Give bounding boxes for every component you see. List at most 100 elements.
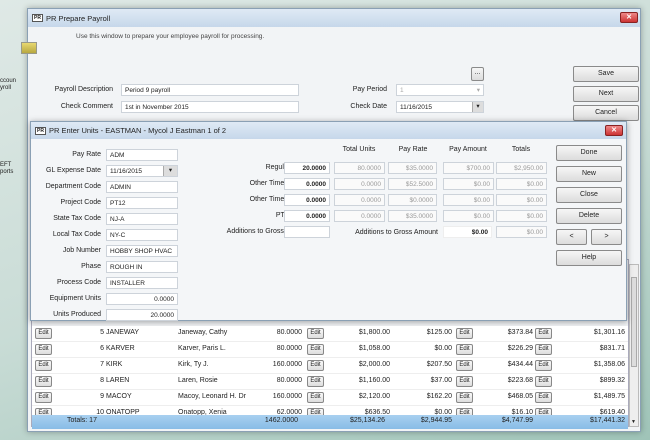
edit-button[interactable]: Edit	[35, 392, 52, 403]
close-button[interactable]: Close	[556, 187, 622, 203]
gross-pay: $1,160.00	[358, 377, 390, 384]
additions-shelter-input[interactable]	[284, 226, 330, 238]
field-label: Department Code	[45, 183, 101, 190]
save-button[interactable]: Save	[573, 66, 639, 82]
deductions: $125.00	[426, 329, 452, 336]
edit-deductions-button[interactable]: Edit	[456, 360, 473, 371]
employee-number: 5	[100, 329, 104, 336]
edit-deductions-button[interactable]: Edit	[456, 328, 473, 339]
field-input[interactable]: ADM	[106, 149, 178, 161]
scrollbar-thumb[interactable]	[631, 277, 637, 367]
deductions: $207.50	[426, 361, 452, 368]
payroll-description-input[interactable]: Period 9 payroll	[121, 84, 299, 96]
deductions: $162.20	[426, 393, 452, 400]
field-label: Job Number	[62, 247, 101, 254]
done-button[interactable]: Done	[556, 145, 622, 161]
deductions: $37.00	[430, 377, 452, 384]
app-icon: PR	[32, 14, 43, 22]
taxes: $226.29	[507, 345, 533, 352]
chevron-down-icon: ▾	[476, 87, 480, 94]
scroll-down-arrow-icon[interactable]: ▼	[631, 419, 636, 425]
employee-number: 7	[100, 361, 104, 368]
employee-id: LAREN	[106, 377, 130, 384]
taxes: $223.68	[507, 377, 533, 384]
close-dialog-button[interactable]: ✕	[605, 125, 623, 136]
units-input[interactable]: 0.0000	[284, 194, 330, 206]
totals-value: $0.00	[496, 194, 547, 206]
edit-deductions-button[interactable]: Edit	[456, 376, 473, 387]
gross-pay: $1,800.00	[358, 329, 390, 336]
field-input[interactable]: HOBBY SHOP HVAC	[106, 245, 178, 257]
taxes: $434.44	[507, 361, 533, 368]
pay-rate-value: $35.0000	[388, 210, 437, 222]
check-comment-input[interactable]: 1st in November 2015	[121, 101, 299, 113]
help-button[interactable]: Help	[556, 250, 622, 266]
field-input[interactable]: INSTALLER	[106, 277, 178, 289]
new-button[interactable]: New	[556, 166, 622, 182]
close-window-button[interactable]: ✕	[620, 12, 638, 23]
field-input[interactable]: NY-C	[106, 229, 178, 241]
field-label: Project Code	[60, 199, 101, 206]
delete-button[interactable]: Delete	[556, 208, 622, 224]
edit-taxes-button[interactable]: Edit	[535, 360, 552, 371]
employee-number: 6	[100, 345, 104, 352]
field-label: Units Produced	[53, 311, 101, 318]
field-label: GL Expense Date	[46, 167, 101, 174]
edit-taxes-button[interactable]: Edit	[535, 376, 552, 387]
units-input[interactable]: 0.0000	[284, 210, 330, 222]
field-input[interactable]: ADMIN	[106, 181, 178, 193]
units-input[interactable]: 20.0000	[284, 162, 330, 174]
edit-hours-button[interactable]: Edit	[307, 392, 324, 403]
edit-hours-button[interactable]: Edit	[307, 328, 324, 339]
payroll-description-label: Payroll Description	[54, 86, 113, 93]
field-label: State Tax Code	[53, 215, 101, 222]
field-input[interactable]: PT12	[106, 197, 178, 209]
edit-button[interactable]: Edit	[35, 360, 52, 371]
edit-taxes-button[interactable]: Edit	[535, 344, 552, 355]
column-header: Totals	[511, 146, 531, 153]
cancel-button[interactable]: Cancel	[573, 105, 639, 121]
totals-label: Totals: 17	[67, 417, 97, 424]
total-gross: $25,134.26	[349, 417, 385, 424]
total-deductions: $2,944.95	[420, 417, 452, 424]
dialog-title-bar: PR PR Enter Units - EASTMAN - Mycol J Ea…	[31, 122, 626, 139]
instructions-text: Use this window to prepare your employee…	[76, 33, 265, 40]
field-input[interactable]: ROUGH IN	[106, 261, 178, 273]
additions-amount-input[interactable]: $0.00	[443, 226, 492, 238]
table-row: Edit 5 JANEWAY Janeway, Cathy 80.0000 Ed…	[32, 326, 628, 342]
check-date-picker[interactable]: 11/16/2015 ▾	[396, 101, 484, 113]
column-header: Pay Amount	[449, 146, 487, 153]
ellipsis-button[interactable]: ...	[471, 67, 484, 81]
units-input[interactable]: 0.0000	[284, 178, 330, 190]
gl-expense-date-picker[interactable]: 11/16/2015 ▾	[106, 165, 178, 177]
employee-name: Janeway, Cathy	[178, 329, 228, 336]
edit-deductions-button[interactable]: Edit	[456, 392, 473, 403]
total-units-value: 80.0000	[334, 162, 385, 174]
edit-taxes-button[interactable]: Edit	[535, 328, 552, 339]
employee-number: 8	[100, 377, 104, 384]
edit-deductions-button[interactable]: Edit	[456, 344, 473, 355]
field-input[interactable]: 20.0000	[106, 309, 178, 321]
previous-button[interactable]: <	[556, 229, 587, 245]
chevron-down-icon[interactable]: ▾	[163, 166, 177, 176]
next-button[interactable]: Next	[573, 86, 639, 102]
edit-taxes-button[interactable]: Edit	[535, 392, 552, 403]
pay-period-select[interactable]: 1 ▾	[396, 84, 484, 96]
total-taxes: $4,747.99	[501, 417, 533, 424]
check-comment-label: Check Comment	[60, 103, 113, 110]
additions-amount-label: Additions to Gross Amount	[355, 229, 438, 236]
grid-scrollbar[interactable]: ▼	[629, 264, 639, 427]
totals-value: $2,950.00	[496, 162, 547, 174]
edit-hours-button[interactable]: Edit	[307, 344, 324, 355]
edit-button[interactable]: Edit	[35, 344, 52, 355]
check-date-label: Check Date	[350, 103, 387, 110]
employee-number: 9	[100, 393, 104, 400]
edit-hours-button[interactable]: Edit	[307, 376, 324, 387]
field-input[interactable]: 0.0000	[106, 293, 178, 305]
chevron-down-icon[interactable]: ▾	[472, 102, 483, 112]
edit-button[interactable]: Edit	[35, 376, 52, 387]
edit-hours-button[interactable]: Edit	[307, 360, 324, 371]
field-input[interactable]: NJ-A	[106, 213, 178, 225]
edit-button[interactable]: Edit	[35, 328, 52, 339]
next-record-button[interactable]: >	[591, 229, 622, 245]
